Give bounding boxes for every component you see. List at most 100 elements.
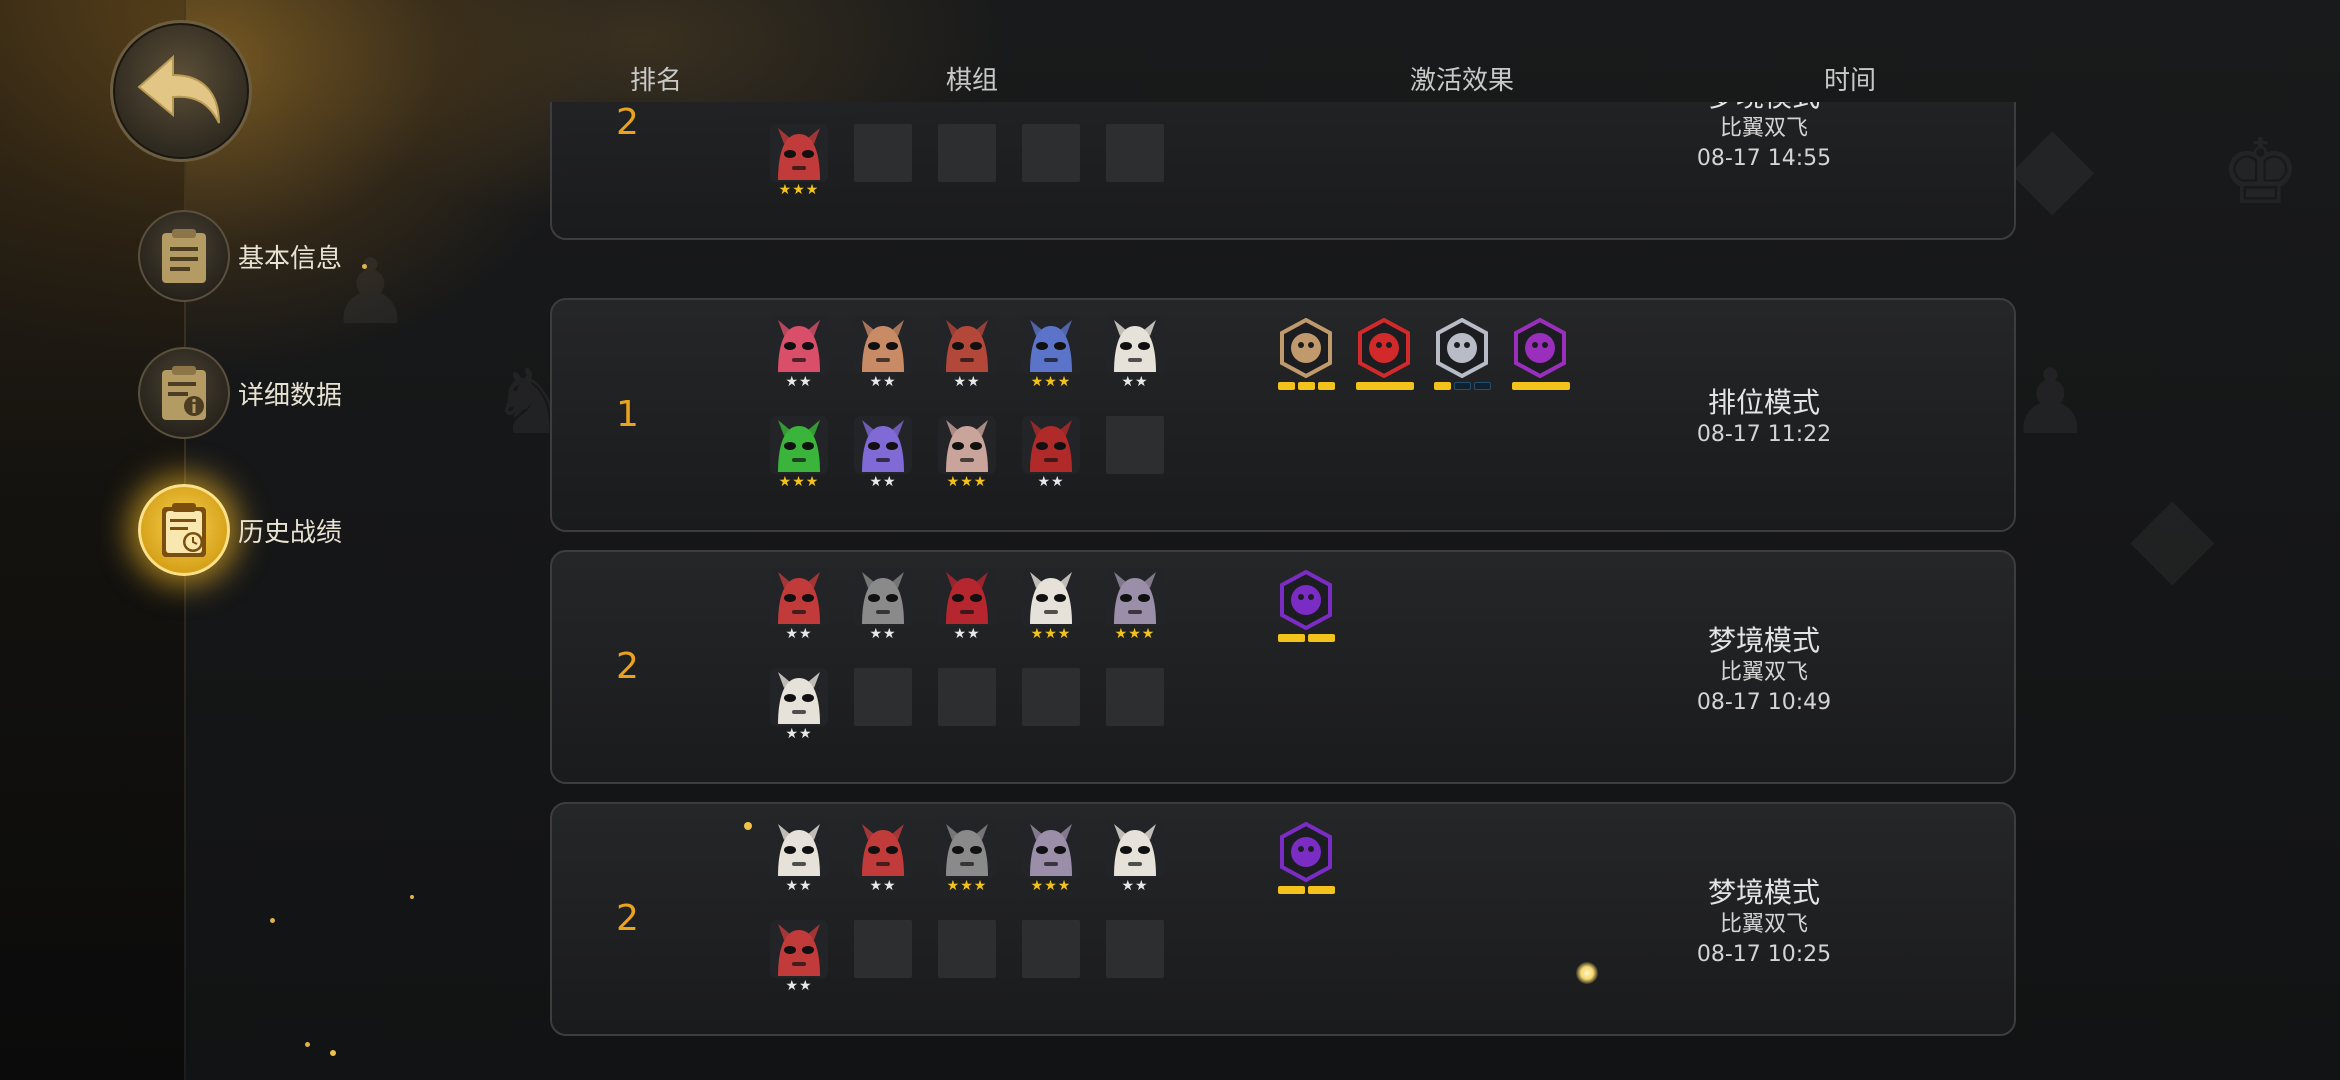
unit-stars: ★★ <box>1037 474 1065 490</box>
red-horned-demon-icon <box>938 568 996 626</box>
red-hat-assassin-icon <box>1022 416 1080 474</box>
purple-robot-icon <box>854 416 912 474</box>
grey-skull-brute-icon <box>938 820 996 878</box>
lineup-unit[interactable]: ★★ <box>1022 416 1080 490</box>
unit-stars: ★★ <box>953 626 981 642</box>
unit-stars: ★★ <box>785 878 813 894</box>
lineup-unit[interactable]: ★★★ <box>1022 316 1080 390</box>
record-card[interactable]: 1 ★★ ★★ ★★ ★★★ ★★ ★★★ ★★ ★★★ ★★ 排位模式 08-… <box>550 298 2016 532</box>
red-arch-trait-icon[interactable] <box>1356 318 1418 390</box>
lineup-unit[interactable]: ★★ <box>854 568 912 642</box>
horned-white-demon-icon <box>854 820 912 878</box>
history-list[interactable]: 2 ★★ ★★★ ★★ ★★★ <box>548 102 2018 1040</box>
lineup-unit[interactable]: ★★ <box>770 668 828 742</box>
trait-level-pips <box>1278 382 1335 392</box>
unit-stars: ★★ <box>785 626 813 642</box>
white-skull-mask-icon <box>1106 316 1164 374</box>
diamond-silhouette: ◆ <box>2010 100 2095 228</box>
sparkle <box>410 895 414 899</box>
unit-stars: ★★★ <box>778 182 820 198</box>
chess-pawn-silhouette: ♟ <box>330 240 411 345</box>
empty-unit-slot <box>938 920 996 978</box>
back-arrow-icon <box>137 54 220 124</box>
trait-level-pips <box>1356 382 1414 392</box>
empty-unit-slot <box>854 668 912 726</box>
lineup-unit[interactable]: ★★★ <box>1106 568 1164 642</box>
empty-unit-slot <box>1106 920 1164 978</box>
time-column-header: 时间 <box>1823 66 1877 96</box>
grey-skull-brute-icon <box>854 568 912 626</box>
lineup-unit[interactable]: ★★★ <box>938 416 996 490</box>
lineup-unit[interactable]: ★★★ <box>1022 568 1080 642</box>
lineup-unit[interactable]: ★★★ <box>1022 820 1080 894</box>
sidebar-item-history[interactable]: 历史战绩 <box>138 482 342 578</box>
unit-stars: ★★ <box>869 626 897 642</box>
unit-stars: ★★ <box>1121 878 1149 894</box>
trait-level-pips <box>1434 382 1491 392</box>
lineup-unit[interactable]: ★★ <box>1106 820 1164 894</box>
empty-unit-slot <box>938 668 996 726</box>
lineup-unit[interactable]: ★★ <box>938 316 996 390</box>
grey-hooded-hero-icon <box>1022 820 1080 878</box>
sidebar-item-label: 历史战绩 <box>238 517 343 548</box>
grey-hooded-hero-icon <box>1106 568 1164 626</box>
match-time: 08-17 10:25 <box>1696 942 1832 967</box>
sparkle <box>744 822 752 830</box>
lineup-unit[interactable]: ★★ <box>938 568 996 642</box>
lineup-unit[interactable]: ★★ <box>854 820 912 894</box>
sparkle <box>1576 962 1598 984</box>
purple-demon-trait-icon[interactable] <box>1278 570 1340 642</box>
horned-white-demon-icon <box>770 920 828 978</box>
lineup-unit[interactable]: ★★ <box>770 820 828 894</box>
unit-stars: ★★ <box>785 978 813 994</box>
sparkle <box>305 1042 310 1047</box>
rank-value: 2 <box>616 646 639 687</box>
purple-demon-trait-icon[interactable] <box>1278 822 1340 894</box>
record-card[interactable]: 2 ★★ ★★★ ★★ ★★★ <box>550 102 2016 240</box>
lineup-unit[interactable]: ★★★ <box>770 416 828 490</box>
lineup-unit[interactable]: ★★★ <box>938 820 996 894</box>
empty-unit-slot <box>1022 668 1080 726</box>
empty-unit-slot <box>1106 124 1164 182</box>
lineup-unit[interactable]: ★★ <box>770 316 828 390</box>
lineup-unit[interactable]: ★★ <box>854 416 912 490</box>
game-mode: 梦境模式 <box>1707 876 1820 909</box>
trait-level-pips <box>1512 382 1570 392</box>
white-skull-mask-icon <box>770 820 828 878</box>
empty-unit-slot <box>854 920 912 978</box>
horned-white-demon-icon <box>770 568 828 626</box>
lineup-unit[interactable]: ★★ <box>770 920 828 994</box>
white-haired-brute-icon <box>938 416 996 474</box>
record-card[interactable]: 2 ★★ ★★ ★★ ★★★ ★★★ ★★ 梦境模式 比翼双飞 08-17 10… <box>550 550 2016 784</box>
unit-stars: ★★★ <box>1030 374 1072 390</box>
mode-subtitle: 比翼双飞 <box>1719 116 1808 141</box>
record-card[interactable]: 2 ★★ ★★ ★★★ ★★★ ★★ ★★ 梦境模式 比翼双飞 08-17 10… <box>550 802 2016 1036</box>
rank-value: 2 <box>616 898 639 939</box>
diamond-silhouette: ◆ <box>2130 470 2215 598</box>
sidebar-item-basic-info[interactable]: 基本信息 <box>138 208 342 304</box>
empty-unit-slot <box>1022 124 1080 182</box>
unit-stars: ★★ <box>869 878 897 894</box>
empty-unit-slot <box>854 124 912 182</box>
lineup-column-header: 棋组 <box>945 66 999 96</box>
lineup-unit[interactable]: ★★★ <box>770 124 828 198</box>
empty-unit-slot <box>1022 920 1080 978</box>
goggle-dwarf-hero-icon <box>854 316 912 374</box>
match-time: 08-17 14:55 <box>1696 146 1832 171</box>
unit-stars: ★★ <box>953 374 981 390</box>
lineup-unit[interactable]: ★★ <box>770 568 828 642</box>
sidebar-item-detailed-data[interactable]: 详细数据 <box>138 345 342 441</box>
lineup-unit[interactable]: ★★ <box>854 316 912 390</box>
unit-stars: ★★★ <box>1030 878 1072 894</box>
white-skull-mask-icon <box>1022 568 1080 626</box>
unit-stars: ★★★ <box>778 474 820 490</box>
lineup-unit[interactable]: ★★ <box>1106 316 1164 390</box>
match-info: 梦境模式 比翼双飞 08-17 10:25 <box>1604 876 1924 970</box>
horned-white-demon-icon <box>770 124 828 182</box>
history-clock-document-icon <box>138 484 230 576</box>
purple-skull-trait-icon[interactable] <box>1512 318 1574 390</box>
silver-knight-trait-icon[interactable] <box>1434 318 1496 390</box>
back-button[interactable] <box>110 20 252 162</box>
bronze-dragon-trait-icon[interactable] <box>1278 318 1340 390</box>
unit-stars: ★★ <box>1121 374 1149 390</box>
